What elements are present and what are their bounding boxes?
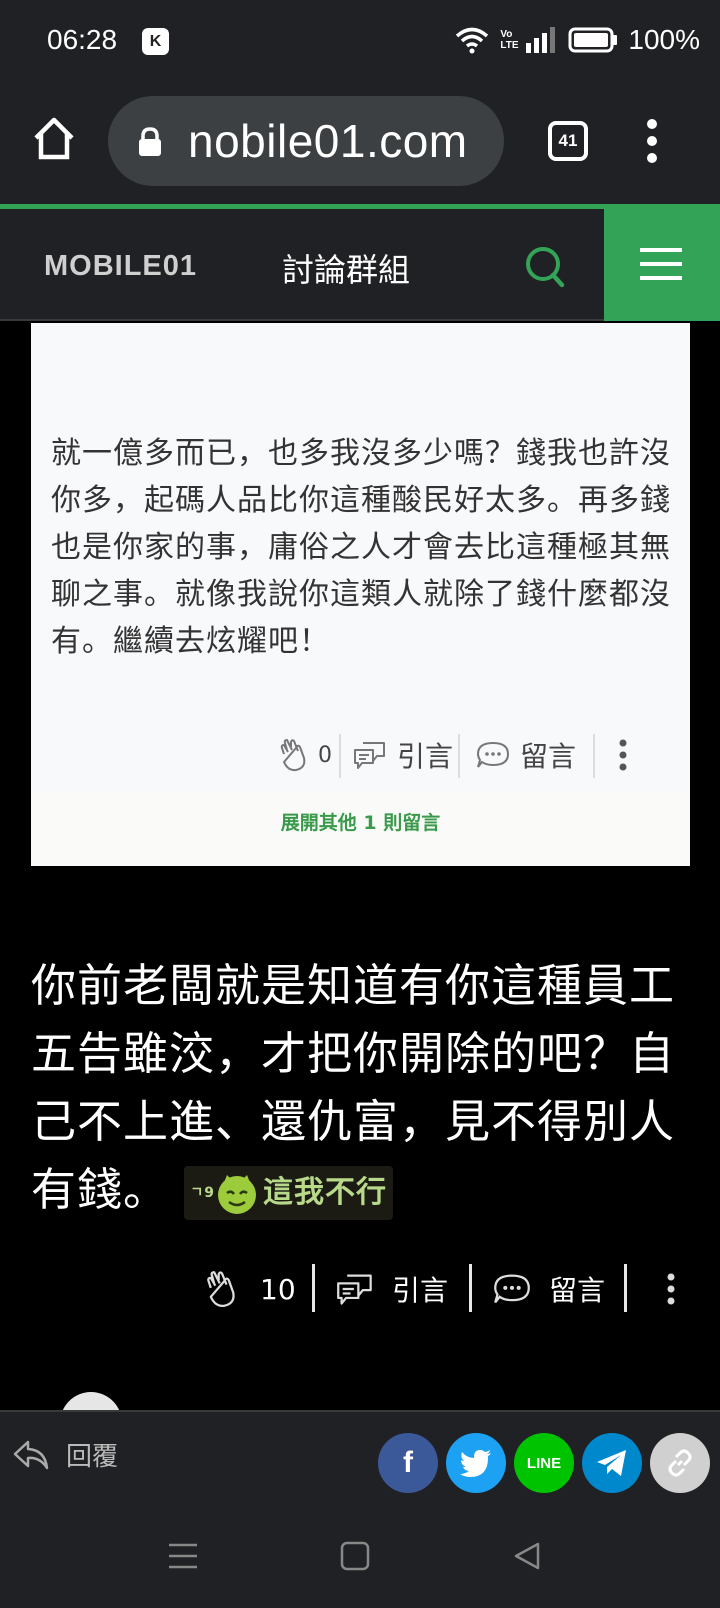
battery-icon <box>568 27 618 53</box>
line-icon: LINE <box>526 1454 562 1472</box>
battery-percent: 100% <box>628 24 700 55</box>
address-bar[interactable]: nobile01.com <box>108 96 504 186</box>
divider <box>469 1264 472 1312</box>
recent-apps-icon[interactable] <box>168 1541 198 1571</box>
quote-icon <box>354 742 385 769</box>
divider <box>593 734 595 778</box>
like-count: 0 <box>318 742 332 768</box>
post-body: 你前老闆就是知道有你這種員工五告雖洨，才把你開除的吧？自己不上進、還仇富，見不得… <box>31 952 691 1224</box>
status-bar: 06:28 K Vo LTE 100% <box>0 0 720 82</box>
menu-button[interactable] <box>604 209 720 321</box>
home-nav-icon[interactable] <box>340 1541 370 1571</box>
back-nav-icon[interactable] <box>512 1541 542 1571</box>
like-count: 10 <box>260 1272 296 1306</box>
reply-label: 回覆 <box>66 1442 119 1472</box>
more-vert-icon[interactable] <box>646 118 658 164</box>
reply-arrow-icon <box>13 1440 49 1469</box>
quote-label: 引言 <box>397 740 454 773</box>
bottom-action-bar: 回覆 f LINE <box>0 1410 720 1508</box>
clap-icon <box>207 1271 235 1307</box>
smiley-sticker-icon <box>217 1175 256 1214</box>
browser-toolbar: nobile01.com 41 <box>0 82 720 204</box>
emoji-sticker: ㄱ9 這我不行 <box>184 1166 393 1220</box>
divider <box>312 1264 315 1312</box>
like-button[interactable]: 10 <box>204 1262 296 1316</box>
divider <box>339 734 341 778</box>
mobile01-logo[interactable]: MOBILE01 <box>44 235 254 289</box>
quote-icon <box>337 1274 372 1305</box>
copy-link-button[interactable] <box>650 1433 710 1493</box>
twitter-icon <box>460 1450 491 1477</box>
quote-button[interactable]: 引言 <box>336 1262 448 1316</box>
url-text: nobile01.com <box>188 115 468 167</box>
wifi-icon <box>456 27 489 54</box>
more-vert-icon[interactable] <box>666 1272 676 1306</box>
divider <box>624 1264 627 1312</box>
comment-text: 就一億多而已，也多我沒多少嗎？錢我也許沒你多，起碼人品比你這種酸民好太多。再多錢… <box>51 436 671 659</box>
post-actions: 10 引言 留言 <box>0 1262 720 1316</box>
reply-button[interactable]: 回覆 <box>12 1436 118 1473</box>
comment-button[interactable]: 留言 <box>493 1262 605 1316</box>
comment-label: 留言 <box>549 1274 606 1307</box>
more-vert-icon[interactable] <box>619 738 627 772</box>
link-icon <box>668 1449 692 1477</box>
sticker-text: 這我不行 <box>262 1175 387 1210</box>
share-telegram-button[interactable] <box>582 1433 642 1493</box>
comment-card: 就一億多而已，也多我沒多少嗎？錢我也許沒你多，起碼人品比你這種酸民好太多。再多錢… <box>31 323 690 866</box>
share-line-button[interactable]: LINE <box>514 1433 574 1493</box>
site-header: MOBILE01 討論群組 <box>0 209 720 321</box>
tab-switcher-button[interactable]: 41 <box>548 121 588 161</box>
sticker-small-text: ㄱ9 <box>190 1185 215 1201</box>
like-button[interactable]: 0 <box>278 730 332 780</box>
facebook-icon: f <box>403 1446 413 1479</box>
lock-icon <box>139 127 161 156</box>
logo-text: MOBILE01 <box>44 250 197 282</box>
share-twitter-button[interactable] <box>446 1433 506 1493</box>
expand-comments-link[interactable]: 展開其他 1 則留言 <box>31 793 690 866</box>
search-icon[interactable] <box>524 245 566 289</box>
clap-icon <box>280 739 306 772</box>
system-nav-bar <box>0 1508 720 1608</box>
status-time: 06:28 <box>47 24 118 55</box>
divider <box>458 734 460 778</box>
home-icon[interactable] <box>33 116 75 160</box>
quote-label: 引言 <box>392 1274 449 1307</box>
comment-button[interactable]: 留言 <box>476 730 576 780</box>
comment-bubble-icon <box>494 1274 530 1304</box>
volte-label: Vo LTE <box>500 29 519 51</box>
k-app-icon: K <box>142 28 169 55</box>
telegram-icon <box>597 1450 626 1476</box>
comment-label: 留言 <box>520 740 577 773</box>
hamburger-icon <box>640 248 682 280</box>
comment-actions: 0 引言 留言 <box>31 730 690 780</box>
quote-button[interactable]: 引言 <box>353 730 453 780</box>
signal-icon <box>526 27 556 53</box>
comment-bubble-icon <box>476 741 510 768</box>
share-facebook-button[interactable]: f <box>378 1433 438 1493</box>
section-title[interactable]: 討論群組 <box>282 245 410 291</box>
